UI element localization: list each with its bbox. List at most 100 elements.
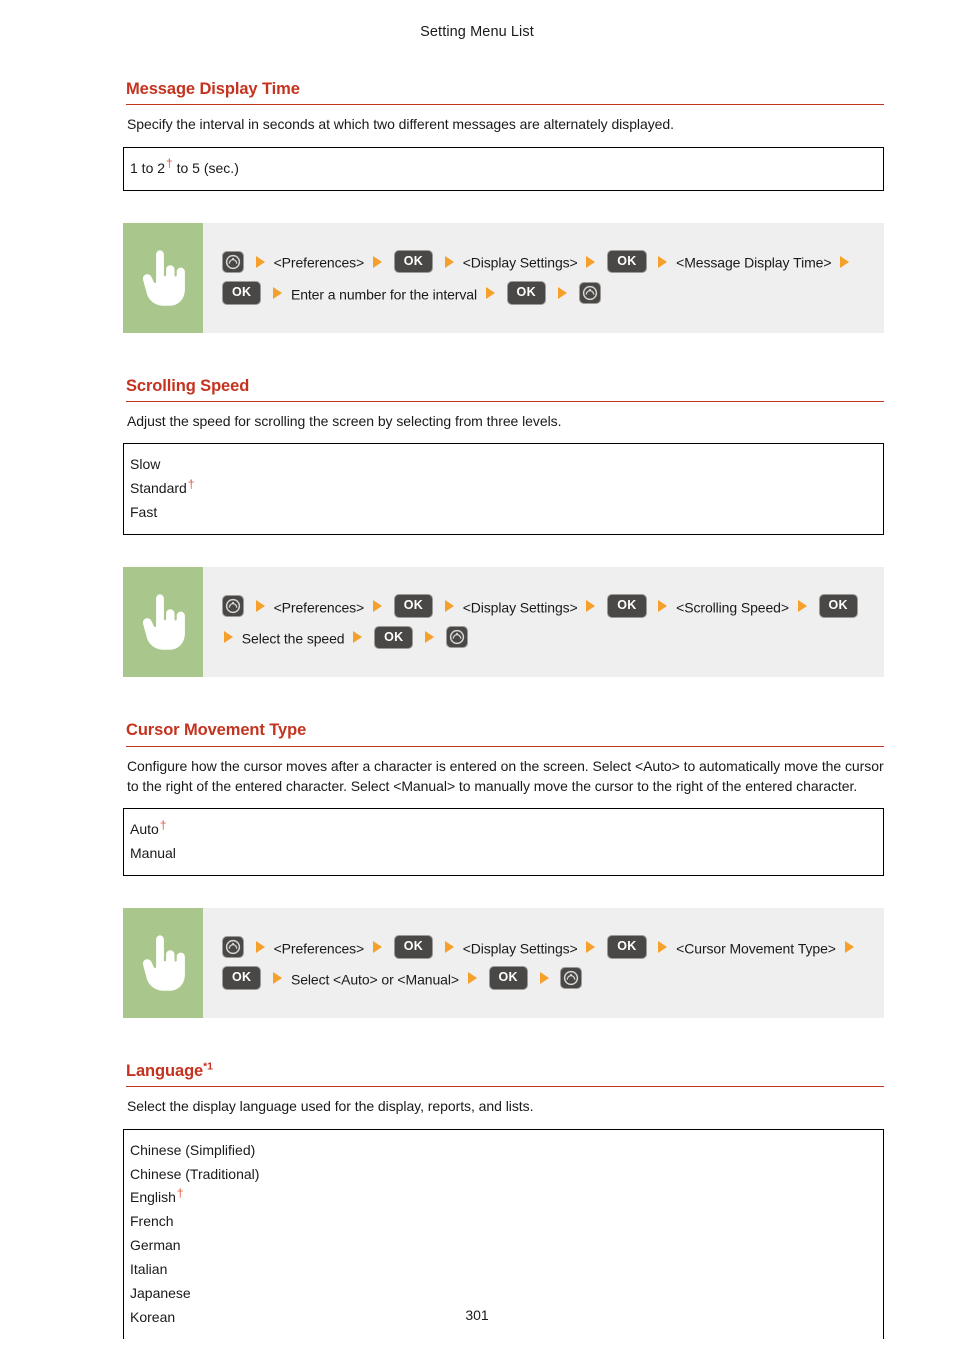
flow-step-label: <Scrolling <box>676 599 738 616</box>
flow-step-label: <Preferences> <box>273 599 365 616</box>
ok-key-button[interactable]: OK <box>607 249 647 274</box>
procedure-flow: <Preferences> OK <Display Settings> OK <… <box>219 246 872 309</box>
flow-step-label: <Cursor Movement <box>676 939 795 956</box>
procedure-panel: <Preferences> OK <Display Settings> OK <… <box>123 907 884 1018</box>
option-label: Slow <box>130 456 161 473</box>
option-label: Italian <box>130 1261 168 1278</box>
ok-key-button[interactable]: OK <box>393 935 434 959</box>
ok-key-button[interactable]: OK <box>506 281 546 305</box>
ok-key-button[interactable]: OK <box>222 281 262 305</box>
running-header: Setting Menu List <box>420 24 534 40</box>
arrow-separator-icon <box>658 940 668 953</box>
option-label: Fast <box>130 504 158 521</box>
arrow-separator-icon <box>844 940 854 953</box>
section-language: Language*1 Select the display language u… <box>123 1060 884 1339</box>
option-row: German <box>130 1234 883 1258</box>
default-dagger-icon: † <box>176 1185 184 1200</box>
section-description: Select the display language used for the… <box>127 1098 534 1115</box>
option-row: 1 to 2† to 5 (sec.) <box>130 157 883 181</box>
home-key-icon[interactable] <box>446 626 469 649</box>
arrow-separator-icon <box>586 940 596 953</box>
option-row: Standard† <box>130 477 883 501</box>
option-label: French <box>130 1213 174 1230</box>
arrow-separator-icon <box>224 631 233 644</box>
procedure-flow: <Preferences> OK <Display Settings> OK <… <box>219 591 872 654</box>
default-dagger-icon: † <box>187 476 195 491</box>
procedure-panel: <Preferences> OK <Display Settings> OK <… <box>123 222 884 333</box>
flow-step-label: Select <Auto> or <Manual> <box>290 971 459 988</box>
procedure-icon-block <box>123 567 203 678</box>
option-row: Chinese (Simplified) <box>130 1139 883 1163</box>
option-label: English <box>130 1189 176 1206</box>
arrow-separator-icon <box>444 255 454 268</box>
procedure-body: <Preferences> OK <Display Settings> OK <… <box>203 908 884 1018</box>
value-box: Slow Standard† Fast <box>123 443 884 536</box>
arrow-separator-icon <box>255 255 265 268</box>
flow-step-label: Select the speed <box>241 630 345 647</box>
option-row: Chinese (Traditional) <box>130 1163 883 1187</box>
option-row: French <box>130 1210 883 1234</box>
ok-key-button[interactable]: OK <box>393 249 434 274</box>
flow-step-label: <Display Settings> <box>462 599 578 616</box>
default-dagger-icon: † <box>159 817 167 832</box>
home-key-icon[interactable] <box>222 935 244 958</box>
option-row: Slow <box>130 453 883 477</box>
arrow-separator-icon <box>557 286 567 299</box>
arrow-separator-icon <box>586 255 596 268</box>
footnote-marker: *1 <box>203 1060 213 1073</box>
ok-key-button[interactable]: OK <box>374 625 414 650</box>
arrow-separator-icon <box>586 600 596 613</box>
option-row: Manual <box>130 842 883 866</box>
arrow-separator-icon <box>658 600 668 613</box>
arrow-separator-icon <box>372 255 382 268</box>
home-key-icon[interactable] <box>578 281 601 304</box>
home-key-icon[interactable] <box>222 250 244 273</box>
procedure-panel: <Preferences> OK <Display Settings> OK <… <box>123 567 884 678</box>
procedure-body: <Preferences> OK <Display Settings> OK <… <box>203 223 884 333</box>
arrow-separator-icon <box>539 972 549 985</box>
hand-pointer-icon <box>140 591 186 653</box>
flow-step-label: Time> <box>793 254 832 271</box>
procedure-body: <Preferences> OK <Display Settings> OK <… <box>203 567 884 677</box>
option-row: English† <box>130 1186 883 1210</box>
home-key-icon[interactable] <box>222 595 244 618</box>
option-label: Chinese (Traditional) <box>130 1165 260 1182</box>
ok-key-button[interactable]: OK <box>818 594 858 618</box>
value-box: Auto† Manual <box>123 808 884 876</box>
option-label: 1 to 2 <box>130 159 166 176</box>
document-page: Setting Menu List Message Display Time S… <box>0 0 954 1350</box>
ok-key-button[interactable]: OK <box>393 594 434 618</box>
flow-step-label: <Display Settings> <box>462 254 578 271</box>
procedure-flow: <Preferences> OK <Display Settings> OK <… <box>219 932 872 995</box>
option-row: Japanese <box>130 1282 883 1306</box>
ok-key-button[interactable]: OK <box>607 935 647 959</box>
arrow-separator-icon <box>273 972 283 985</box>
ok-key-button[interactable]: OK <box>488 966 528 990</box>
arrow-separator-icon <box>353 631 363 644</box>
arrow-separator-icon <box>658 255 668 268</box>
arrow-separator-icon <box>273 286 283 299</box>
flow-step-label: Type> <box>797 939 836 956</box>
option-label: Auto <box>130 821 159 838</box>
default-dagger-icon: † <box>166 156 173 171</box>
value-box: 1 to 2† to 5 (sec.) <box>123 146 884 191</box>
home-key-icon[interactable] <box>560 967 583 990</box>
option-row: Italian <box>130 1258 883 1282</box>
procedure-icon-block <box>123 222 203 333</box>
ok-key-button[interactable]: OK <box>222 966 262 990</box>
page-number: 301 <box>465 1307 489 1323</box>
option-label: Japanese <box>130 1285 191 1302</box>
section-heading: Language*1 <box>126 1060 884 1088</box>
option-label: Chinese (Simplified) <box>130 1141 256 1158</box>
arrow-separator-icon <box>425 631 435 644</box>
option-label: Standard <box>130 480 187 497</box>
flow-step-label: <Display Settings> <box>462 939 578 956</box>
hand-pointer-icon <box>140 932 186 994</box>
option-label: German <box>130 1237 181 1254</box>
ok-key-button[interactable]: OK <box>607 594 647 618</box>
flow-step-label: Speed> <box>740 599 789 616</box>
arrow-separator-icon <box>255 600 265 613</box>
